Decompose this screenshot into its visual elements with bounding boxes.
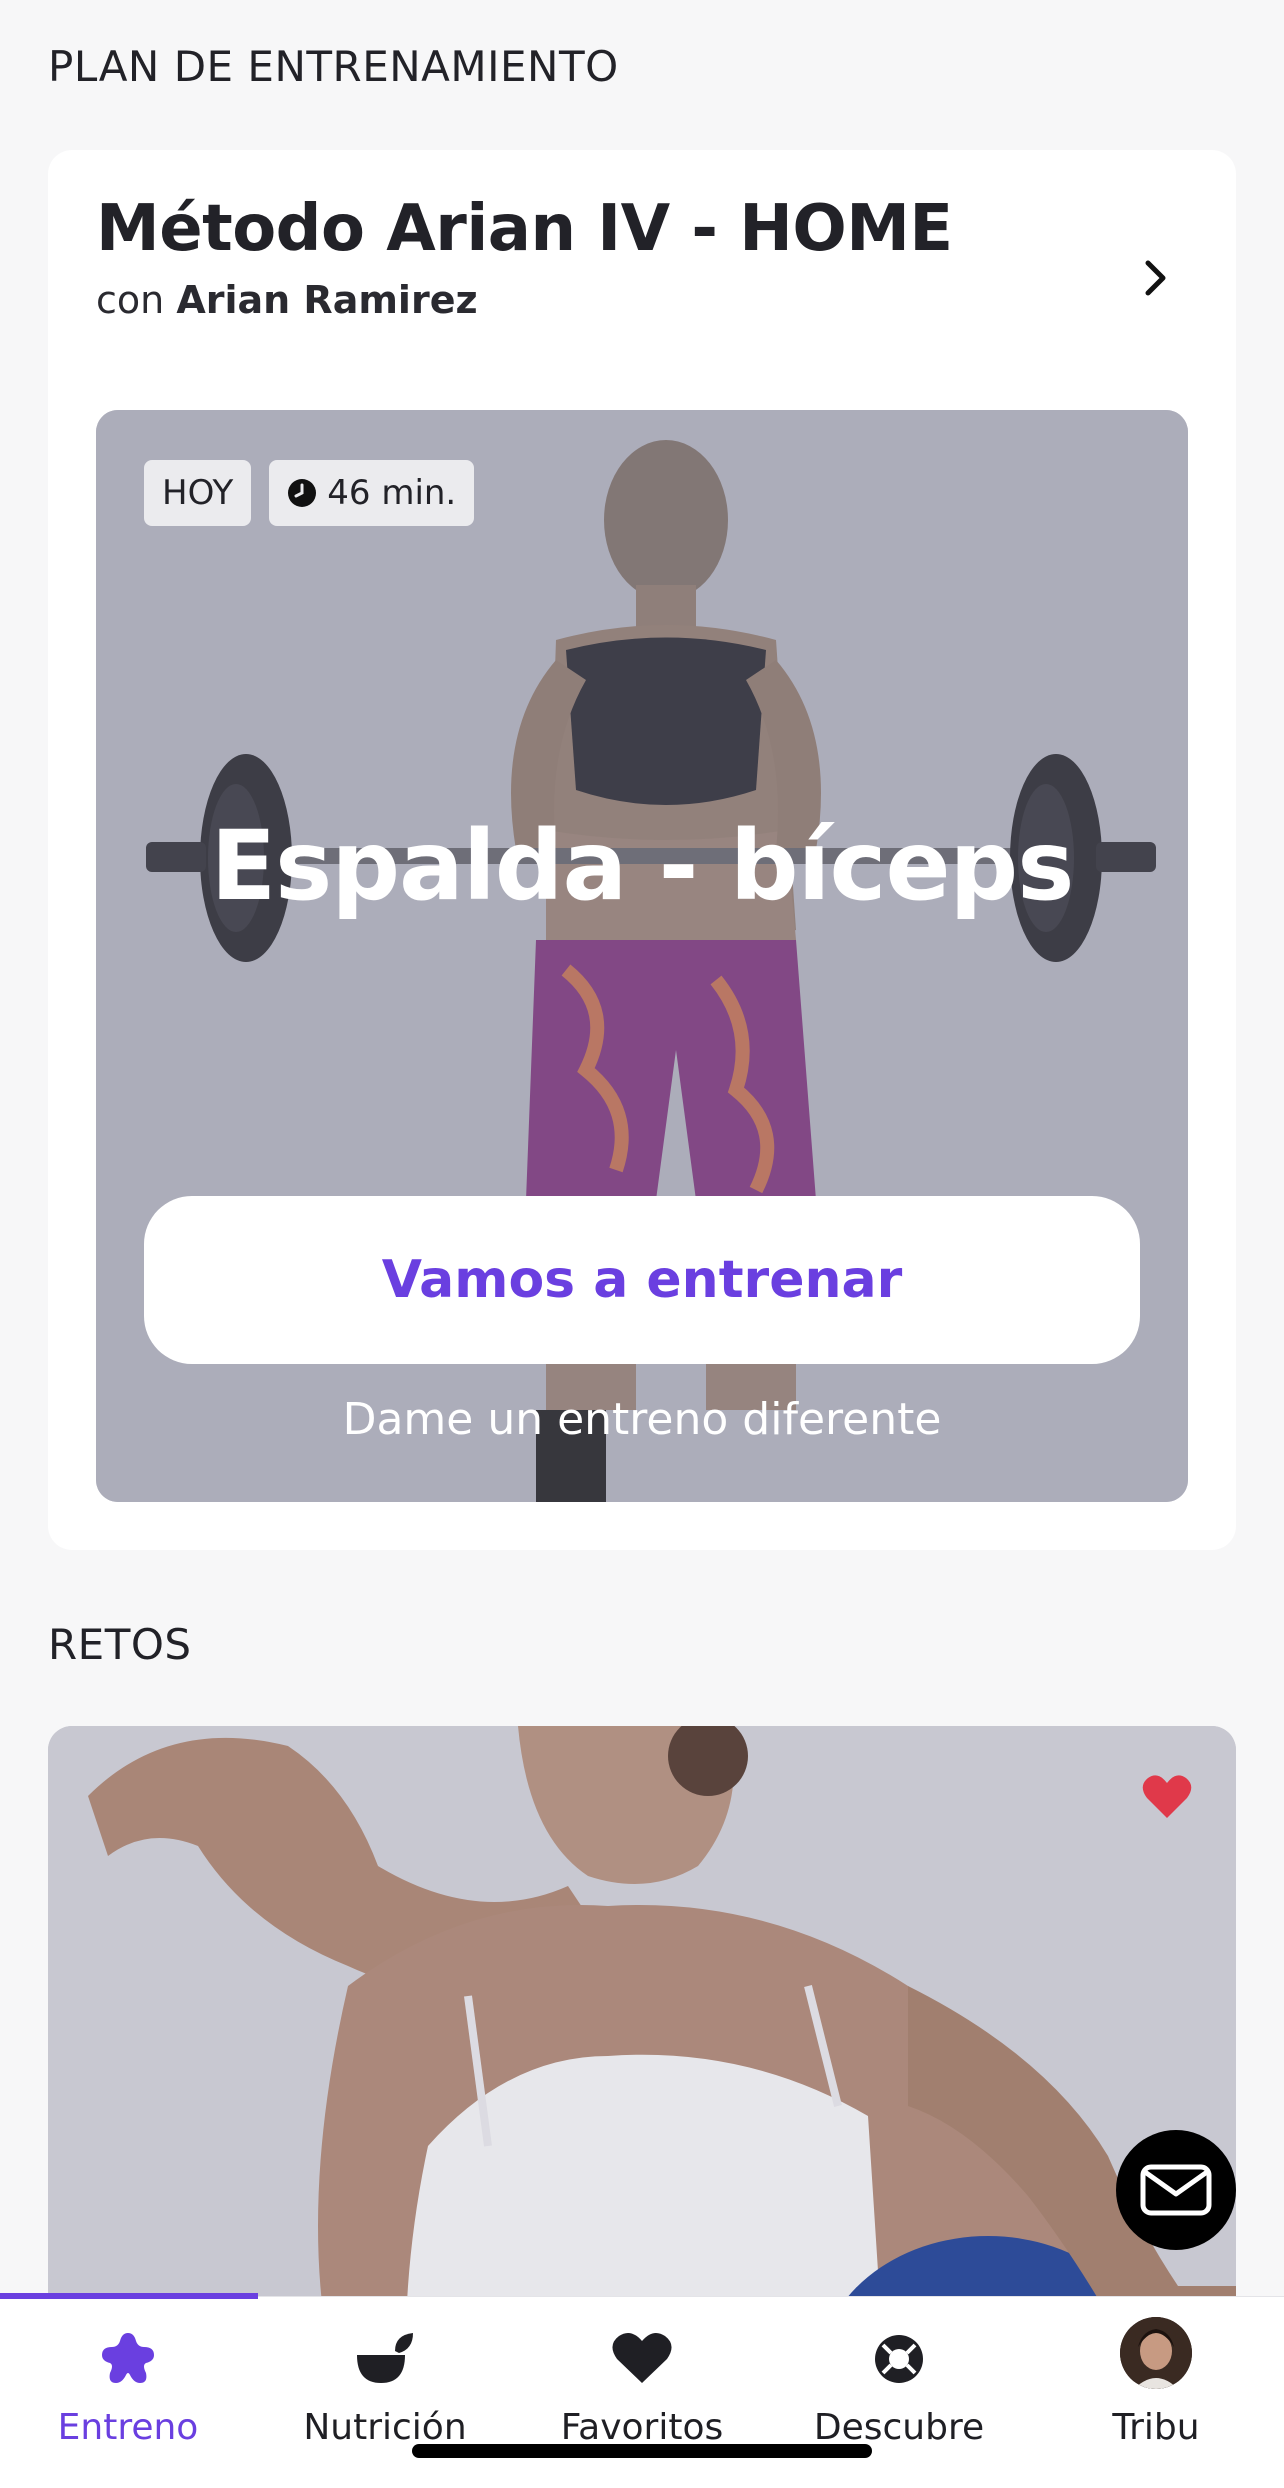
compass-icon <box>873 2297 925 2393</box>
coach-name: Arian Ramirez <box>176 278 478 322</box>
duration-badge: 46 min. <box>269 460 475 526</box>
coach-prefix: con <box>96 278 165 322</box>
tab-descubre[interactable]: Descubre <box>771 2297 1027 2467</box>
tab-label: Tribu <box>1112 2407 1200 2448</box>
app-screen: PLAN DE ENTRENAMIENTO Método Arian IV - … <box>0 0 1284 2488</box>
star-body-icon <box>100 2297 156 2393</box>
bowl-leaf-icon <box>355 2297 415 2393</box>
today-badge-label: HOY <box>162 473 234 513</box>
avatar <box>1120 2317 1192 2389</box>
today-badge: HOY <box>144 460 252 526</box>
clock-icon <box>288 479 317 507</box>
tab-label: Entreno <box>57 2407 199 2448</box>
envelope-icon <box>1140 2164 1212 2216</box>
workout-title: Espalda - bíceps <box>210 810 1075 922</box>
heart-icon <box>611 2297 673 2393</box>
retos-section-title: RETOS <box>48 1620 192 1669</box>
tab-label: Favoritos <box>560 2407 724 2448</box>
plan-section-title: PLAN DE ENTRENAMIENTO <box>48 42 619 91</box>
chevron-right-icon[interactable] <box>1136 248 1176 308</box>
duration-badge-label: 46 min. <box>327 473 457 513</box>
tab-tribu[interactable]: Tribu <box>1028 2297 1284 2467</box>
plan-name[interactable]: Método Arian IV - HOME <box>96 192 953 266</box>
tab-label: Descubre <box>813 2407 985 2448</box>
tab-nutricion[interactable]: Nutrición <box>257 2297 513 2467</box>
start-training-button[interactable]: Vamos a entrenar <box>144 1196 1140 1364</box>
tab-favoritos[interactable]: Favoritos <box>514 2297 770 2467</box>
workout-badges: HOY 46 min. <box>144 460 475 526</box>
bottom-tab-bar: Entreno Nutrición Favoritos Descubre Tri… <box>0 2293 1284 2488</box>
home-indicator <box>412 2444 872 2458</box>
different-workout-link[interactable]: Dame un entreno diferente <box>96 1394 1188 1445</box>
tab-label: Nutrición <box>303 2407 467 2448</box>
avatar-icon <box>1120 2297 1192 2393</box>
tab-entreno[interactable]: Entreno <box>0 2297 256 2467</box>
favorite-heart-icon[interactable] <box>1142 1774 1192 1820</box>
message-button[interactable] <box>1116 2130 1236 2250</box>
coach-line: con Arian Ramirez <box>96 278 478 322</box>
workout-card[interactable]: HOY 46 min. Espalda - bíceps Vamos a ent… <box>96 410 1188 1502</box>
plan-card: Método Arian IV - HOME con Arian Ramirez <box>48 150 1236 1550</box>
